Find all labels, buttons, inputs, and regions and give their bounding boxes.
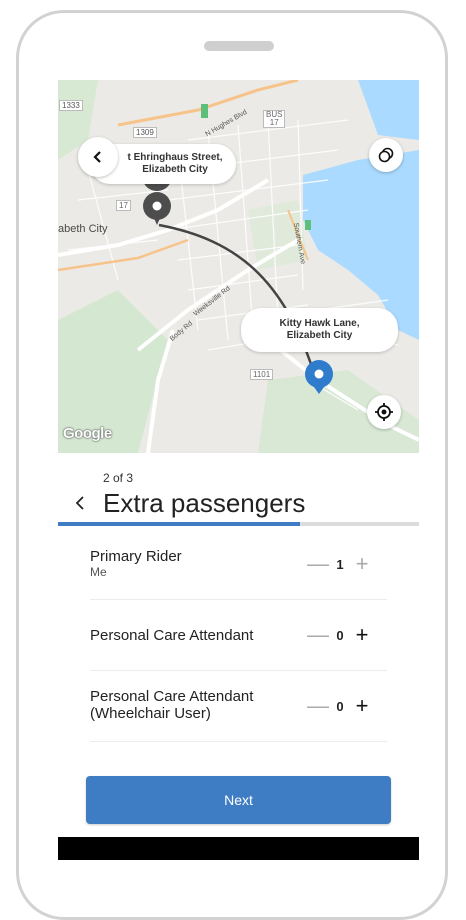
passenger-label: Personal Care Attendant (90, 627, 254, 644)
road-marker-1333: 1333 (59, 100, 83, 111)
crosshair-icon (375, 403, 393, 421)
decrement-button[interactable]: — (307, 553, 329, 575)
passenger-count: 0 (336, 627, 344, 643)
layers-icon (378, 147, 394, 163)
road-marker-17: 17 (116, 200, 131, 211)
my-location-button[interactable] (367, 395, 401, 429)
increment-button[interactable]: + (351, 553, 373, 575)
road-marker-1309: 1309 (133, 127, 157, 138)
road-marker-bus17: BUS 17 (263, 110, 286, 128)
page-title: Extra passengers (103, 487, 306, 518)
back-button[interactable] (74, 495, 94, 511)
decrement-button[interactable]: — (307, 624, 329, 646)
map-layers-button[interactable] (369, 138, 403, 172)
step-indicator: 2 of 3 (103, 471, 134, 485)
passenger-sublabel: Me (90, 565, 107, 579)
quantity-stepper: — 0 + (307, 624, 373, 646)
quantity-stepper: — 1 + (307, 553, 373, 575)
pickup-address-text: t Ehringhaus Street, Elizabeth City (127, 152, 223, 175)
dropoff-address-text: Kitty Hawk Lane, Elizabeth City (279, 318, 360, 341)
dropoff-address-bubble: Kitty Hawk Lane, Elizabeth City (241, 308, 398, 352)
increment-button[interactable]: + (351, 695, 373, 717)
place-label-elizabeth-city: abeth City (58, 223, 108, 235)
progress-bar-fill (58, 522, 300, 526)
progress-bar (58, 522, 419, 526)
increment-button[interactable]: + (351, 624, 373, 646)
route-map[interactable]: 1333 1309 N Hughes Blvd BUS 17 17 abeth … (58, 80, 419, 453)
title-row: Extra passengers (74, 485, 305, 521)
chevron-left-icon (93, 151, 101, 163)
map-back-button[interactable] (78, 137, 118, 177)
next-button[interactable]: Next (86, 776, 391, 824)
passenger-count: 1 (336, 556, 344, 572)
passenger-count: 0 (336, 698, 344, 714)
system-nav-bar (58, 837, 419, 860)
phone-speaker (204, 41, 274, 51)
decrement-button[interactable]: — (307, 695, 329, 717)
passenger-row-care-attendant: Personal Care Attendant — 0 + (90, 600, 387, 671)
passenger-label: Personal Care Attendant (Wheelchair User… (90, 688, 254, 722)
app-screen: 1333 1309 N Hughes Blvd BUS 17 17 abeth … (58, 80, 419, 860)
passenger-row-care-attendant-wheelchair: Personal Care Attendant (Wheelchair User… (90, 671, 387, 742)
road-marker-1101: 1101 (250, 369, 274, 380)
passenger-row-primary-rider: Primary Rider Me — 1 + (90, 529, 387, 600)
google-logo: Google (63, 425, 112, 442)
chevron-left-icon (75, 496, 84, 510)
quantity-stepper: — 0 + (307, 695, 373, 717)
map-canvas (58, 80, 419, 453)
passenger-label: Primary Rider (90, 548, 182, 565)
